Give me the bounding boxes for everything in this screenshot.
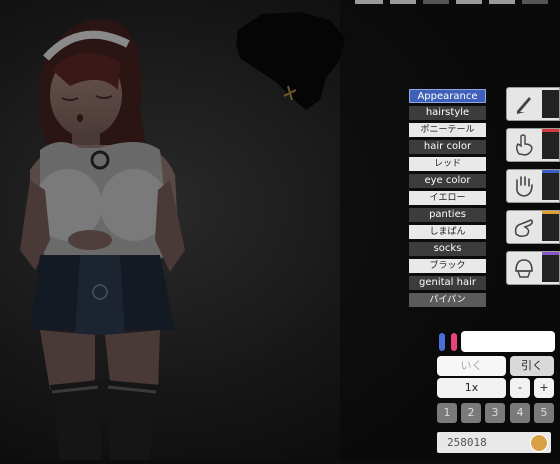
appearance-header[interactable]: Appearance [409, 89, 486, 103]
tool-slot [542, 131, 559, 159]
open-hand-icon [516, 176, 533, 197]
tool-color-stripe [542, 252, 559, 255]
currency-status: 258018 [437, 432, 551, 453]
tool-color-stripe [542, 129, 559, 132]
preset-button-3[interactable]: 3 [485, 403, 505, 423]
eye-color-category[interactable]: eye color [409, 174, 486, 188]
tool-cursor-button[interactable] [506, 87, 560, 121]
speed-display: 1x [437, 378, 506, 398]
pull-button[interactable]: 引く [510, 356, 554, 376]
preset-button-4[interactable]: 4 [510, 403, 530, 423]
hairstyle-category[interactable]: hairstyle [409, 106, 486, 120]
hairstyle-value[interactable]: ポニーテール [409, 123, 486, 137]
top-toolbar-item[interactable] [489, 0, 515, 4]
preset-button-2[interactable]: 2 [461, 403, 481, 423]
tool-color-stripe [542, 170, 559, 173]
genital-hair-category[interactable]: genital hair [409, 276, 486, 290]
socks-category[interactable]: socks [409, 242, 486, 256]
preset-button-1[interactable]: 1 [437, 403, 457, 423]
panties-category[interactable]: panties [409, 208, 486, 222]
tool-poke-button[interactable] [506, 128, 560, 162]
tool-color-stripe [542, 211, 559, 214]
genital-hair-value[interactable]: パイパン [409, 293, 486, 307]
finger-poke-icon [516, 134, 533, 156]
top-toolbar-item[interactable] [390, 0, 416, 4]
tool-slot [542, 213, 559, 241]
appearance-menu: Appearance hairstyle ポニーテール hair color レ… [409, 89, 486, 310]
game-scene: Appearance hairstyle ポニーテール hair color レ… [0, 0, 560, 460]
speed-plus-button[interactable]: + [534, 378, 554, 398]
top-toolbar-item[interactable] [456, 0, 482, 4]
currency-value: 258018 [447, 436, 487, 449]
top-toolbar [355, 0, 548, 4]
color-preview-box[interactable] [461, 331, 555, 352]
eye-color-value[interactable]: イエロー [409, 191, 486, 205]
top-toolbar-item[interactable] [423, 0, 449, 4]
go-button[interactable]: いく [437, 356, 506, 376]
preset-button-5[interactable]: 5 [534, 403, 554, 423]
coin-icon [530, 434, 548, 452]
cursor-icon [517, 97, 531, 114]
tool-slot [542, 254, 559, 282]
pink-color-pick[interactable] [451, 333, 457, 351]
top-toolbar-item[interactable] [355, 0, 383, 4]
blue-color-pick[interactable] [439, 333, 445, 351]
cap-hand-icon [515, 259, 533, 278]
tool-cap-button[interactable] [506, 251, 560, 285]
pinch-hand-icon [514, 219, 534, 238]
tool-slot [542, 172, 559, 200]
speed-minus-button[interactable]: - [510, 378, 530, 398]
tool-open-hand-button[interactable] [506, 169, 560, 203]
tool-pinch-button[interactable] [506, 210, 560, 244]
socks-value[interactable]: ブラック [409, 259, 486, 273]
top-toolbar-item[interactable] [522, 0, 548, 4]
hair-color-category[interactable]: hair color [409, 140, 486, 154]
panties-value[interactable]: しまぱん [409, 225, 486, 239]
tool-slot [542, 90, 559, 118]
hair-color-value[interactable]: レッド [409, 157, 486, 171]
